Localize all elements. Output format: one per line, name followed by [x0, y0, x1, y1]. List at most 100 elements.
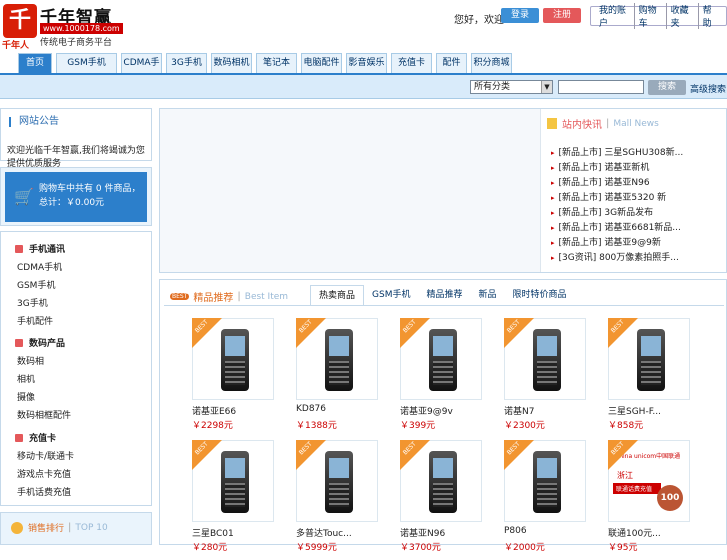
product-tab-best[interactable]: 精品推荐	[418, 285, 470, 305]
product-image[interactable]: BEST	[504, 318, 586, 400]
unicom-card: 联通话费充值	[613, 483, 661, 494]
category-menu: 手机通讯 CDMA手机 GSM手机 3G手机 手机配件 数码产品 数码相 相机 …	[0, 231, 152, 506]
arrow-icon: ▸	[551, 239, 555, 247]
product-name[interactable]: 多普达Touc...	[296, 526, 352, 539]
search-button[interactable]: 搜索	[648, 80, 686, 95]
arrow-icon: ▸	[551, 209, 555, 217]
arrow-icon: ▸	[551, 149, 555, 157]
news-item[interactable]: ▸ [新品上市] 诺基亚N96	[551, 176, 721, 191]
top-link-favorites[interactable]: 收藏夹	[667, 3, 699, 29]
product-name[interactable]: 联通100元...	[608, 526, 661, 539]
product-card[interactable]: BEST 三星BC01 ￥280元	[170, 440, 274, 560]
category-item[interactable]: 数码相	[17, 354, 44, 367]
nav-tab-points[interactable]: 积分商城	[471, 53, 512, 73]
category-item[interactable]: 手机话费充值	[17, 485, 71, 498]
category-item[interactable]: GSM手机	[17, 278, 55, 291]
product-card[interactable]: BEST 诺基亚N96 ￥3700元	[378, 440, 482, 560]
search-category-select[interactable]: 所有分类 ▼	[470, 80, 553, 94]
logo-sub: 千年人	[2, 41, 30, 51]
nav-tab-camera[interactable]: 数码相机	[211, 53, 252, 73]
product-image[interactable]: BEST	[504, 440, 586, 522]
product-card[interactable]: BEST 诺基亚E66 ￥2298元	[170, 318, 274, 438]
phone-keypad	[329, 483, 349, 507]
category-item[interactable]: CDMA手机	[17, 260, 62, 273]
product-image[interactable]: BEST	[296, 318, 378, 400]
nav-tab-cards[interactable]: 充值卡	[391, 53, 432, 73]
phone-screen	[641, 336, 661, 356]
product-name[interactable]: 三星SGH-F...	[608, 404, 661, 417]
news-item[interactable]: ▸ [3G资讯] 800万像素拍照手...	[551, 251, 721, 266]
product-name[interactable]: KD876	[296, 404, 326, 414]
nav-tab-accessories[interactable]: 配件	[436, 53, 467, 73]
nav-tab-3g[interactable]: 3G手机	[166, 53, 207, 73]
category-item[interactable]: 移动卡/联通卡	[17, 449, 74, 462]
cart-panel[interactable]: 🛒 购物车中共有 0 件商品，总计：￥0.00元	[0, 167, 152, 226]
search-input[interactable]	[558, 80, 644, 94]
product-image[interactable]: BEST	[400, 440, 482, 522]
cart-icon: 🛒	[14, 187, 34, 206]
category-item[interactable]: 3G手机	[17, 296, 48, 309]
logo-mark: 千	[3, 4, 37, 38]
product-card[interactable]: China unicom中国联通 浙江 联通话费充值 100 BEST 联通100元...…	[586, 440, 690, 560]
product-tab-hot[interactable]: 热卖商品	[310, 285, 365, 305]
product-image[interactable]: BEST	[608, 318, 690, 400]
divider: |	[237, 291, 241, 302]
category-item[interactable]: 手机配件	[17, 314, 53, 327]
product-image[interactable]: BEST	[296, 440, 378, 522]
nav-tab-media[interactable]: 影音娱乐	[346, 53, 387, 73]
nav-tab-laptop[interactable]: 笔记本	[256, 53, 297, 73]
phone-keypad	[641, 361, 661, 385]
banner-area[interactable]	[160, 109, 540, 272]
product-image[interactable]: BEST	[400, 318, 482, 400]
phone-screen	[537, 336, 557, 356]
product-name[interactable]: P806	[504, 526, 527, 536]
product-name[interactable]: 诺基亚E66	[192, 404, 236, 417]
cart-text: 购物车中共有 0 件商品，总计：￥0.00元	[39, 184, 141, 208]
product-card[interactable]: BEST 多普达Touc... ￥5999元	[274, 440, 378, 560]
phone-image	[325, 329, 353, 391]
category-heading: 手机通讯	[15, 242, 65, 255]
category-item[interactable]: 相机	[17, 372, 35, 385]
product-name[interactable]: 诺基N7	[504, 404, 534, 417]
news-item[interactable]: ▸ [新品上市] 诺基亚6681新品...	[551, 221, 721, 236]
product-tab-gsm[interactable]: GSM手机	[364, 285, 418, 305]
product-image[interactable]: BEST	[192, 440, 274, 522]
product-card[interactable]: BEST 三星SGH-F... ￥858元	[586, 318, 690, 438]
nav-tab-gsm[interactable]: GSM手机	[56, 53, 117, 73]
site-logo[interactable]: 千 千年智赢 www.1000178.com 传统电子商务平台 千年人	[0, 0, 140, 51]
product-image[interactable]: China unicom中国联通 浙江 联通话费充值 100 BEST	[608, 440, 690, 522]
login-button[interactable]: 登录	[501, 8, 539, 23]
product-tab-special[interactable]: 限时特价商品	[505, 285, 575, 305]
advanced-search-link[interactable]: 高级搜索	[690, 82, 726, 95]
news-title-en: Mall News	[613, 118, 659, 129]
category-item[interactable]: 摄像	[17, 390, 35, 403]
news-item[interactable]: ▸ [新品上市] 诺基亚新机	[551, 161, 721, 176]
top-link-account[interactable]: 我的账户	[595, 3, 635, 29]
product-tab-new[interactable]: 新品	[470, 285, 504, 305]
nav-tab-cdma[interactable]: CDMA手机	[121, 53, 162, 87]
product-image[interactable]: BEST	[192, 318, 274, 400]
bullet-icon	[15, 433, 23, 442]
product-card[interactable]: BEST KD876 ￥1388元	[274, 318, 378, 438]
news-item[interactable]: ▸ [新品上市] 3G新品发布	[551, 206, 721, 221]
product-card[interactable]: BEST 诺基亚9@9v ￥399元	[378, 318, 482, 438]
nav-tab-home[interactable]: 首页	[18, 53, 52, 73]
top-link-cart[interactable]: 购物车	[635, 3, 667, 29]
category-item[interactable]: 游戏点卡充值	[17, 467, 71, 480]
product-name[interactable]: 诺基亚N96	[400, 526, 445, 539]
product-price: ￥2300元	[504, 421, 545, 431]
news-item[interactable]: ▸ [新品上市] 诺基亚9@9新	[551, 236, 721, 251]
product-name[interactable]: 诺基亚9@9v	[400, 404, 453, 417]
product-name[interactable]: 三星BC01	[192, 526, 234, 539]
top-link-help[interactable]: 帮助	[699, 3, 722, 29]
nav-tab-pc-parts[interactable]: 电脑配件	[301, 53, 342, 73]
product-card[interactable]: BEST P806 ￥2000元	[482, 440, 586, 560]
phone-image	[429, 451, 457, 513]
news-item[interactable]: ▸ [新品上市] 诺基亚5320 新	[551, 191, 721, 206]
product-tabs: 热卖商品 GSM手机 精品推荐 新品 限时特价商品	[310, 285, 575, 305]
notice-text: 欢迎光临千年智赢,我们将竭诚为您提供优质服务	[7, 146, 145, 169]
category-item[interactable]: 数码相框配件	[17, 408, 71, 421]
register-button[interactable]: 注册	[543, 8, 581, 23]
news-item[interactable]: ▸ [新品上市] 三星SGHU308新...	[551, 146, 721, 161]
product-card[interactable]: BEST 诺基N7 ￥2300元	[482, 318, 586, 438]
